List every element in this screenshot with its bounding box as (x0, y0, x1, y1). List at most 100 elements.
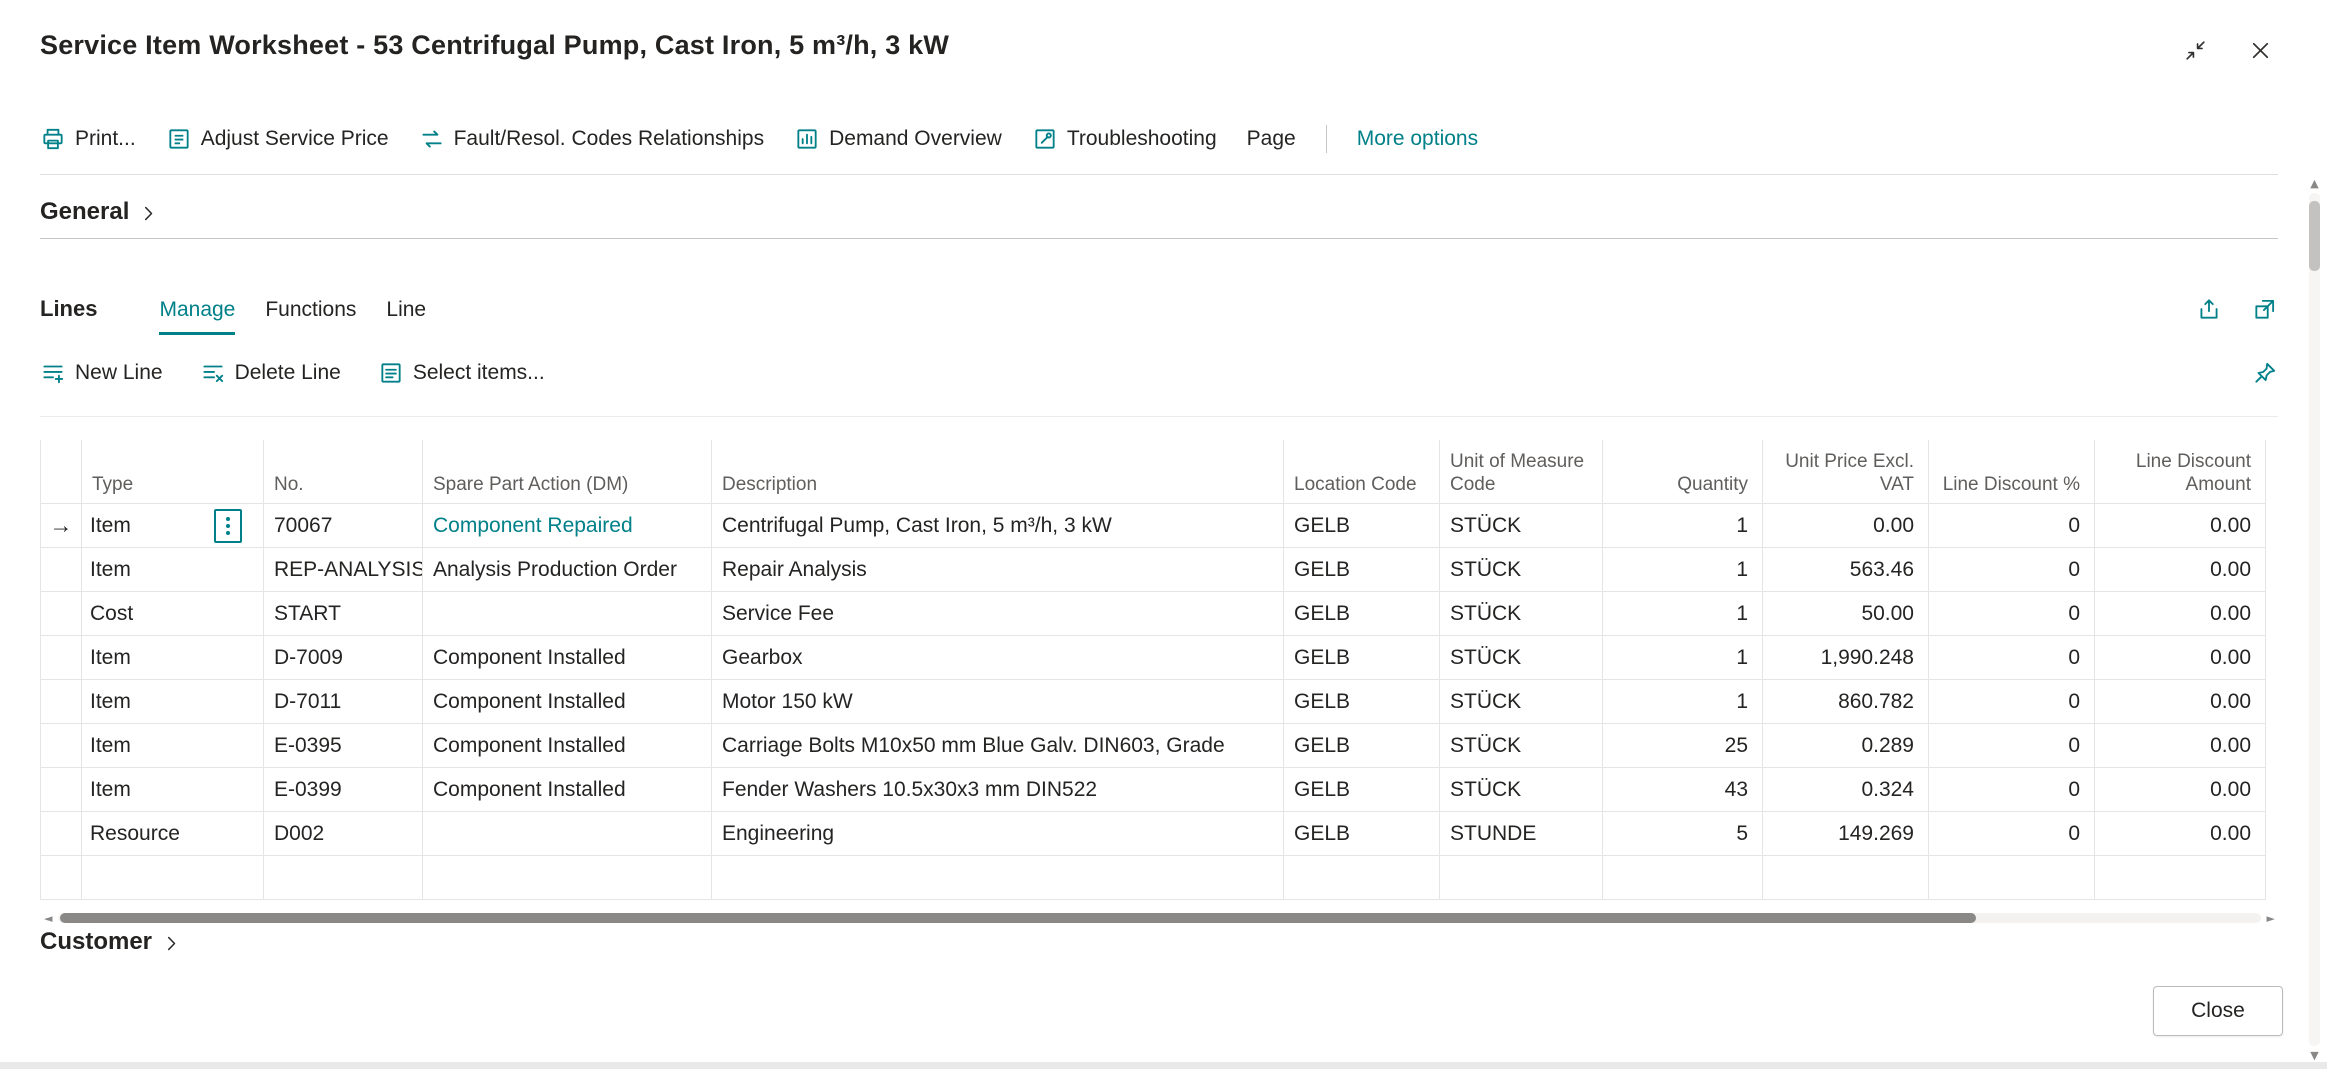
select-items-button[interactable]: Select items... (378, 360, 545, 386)
demand-overview-button[interactable]: Demand Overview (794, 126, 1002, 152)
table-row[interactable]: CostSTARTService FeeGELBSTÜCK150.0000.00 (40, 592, 2266, 636)
table-row[interactable]: ItemE-0399Component InstalledFender Wash… (40, 768, 2266, 812)
cell-type[interactable]: Item (82, 680, 264, 723)
cell-spare_part_action[interactable]: Component Installed (423, 680, 712, 723)
cell-line_discount_pct[interactable]: 0 (1929, 812, 2095, 855)
cell-unit_price_excl_vat[interactable]: 0.324 (1763, 768, 1929, 811)
cell-line_discount_pct[interactable] (1929, 856, 2095, 899)
cell-quantity[interactable]: 5 (1603, 812, 1763, 855)
cell-line_discount_amount[interactable]: 0.00 (2095, 812, 2266, 855)
scroll-down-icon[interactable]: ▼ (2310, 1050, 2318, 1061)
cell-unit_price_excl_vat[interactable]: 860.782 (1763, 680, 1929, 723)
cell-line_discount_amount[interactable]: 0.00 (2095, 768, 2266, 811)
cell-spare_part_action[interactable] (423, 856, 712, 899)
cell-quantity[interactable]: 1 (1603, 548, 1763, 591)
cell-line_discount_pct[interactable]: 0 (1929, 680, 2095, 723)
cell-spare_part_action[interactable]: Component Installed (423, 724, 712, 767)
tab-functions[interactable]: Functions (265, 298, 356, 335)
tab-manage[interactable]: Manage (159, 298, 235, 335)
cell-description[interactable]: Repair Analysis (712, 548, 1284, 591)
cell-location_code[interactable]: GELB (1284, 548, 1440, 591)
cell-spare_part_action[interactable]: Component Installed (423, 636, 712, 679)
tab-line[interactable]: Line (386, 298, 426, 335)
cell-type[interactable]: Item (82, 504, 264, 547)
cell-no[interactable]: D002 (264, 812, 423, 855)
cell-line_discount_amount[interactable]: 0.00 (2095, 680, 2266, 723)
cell-unit_of_measure_code[interactable]: STÜCK (1440, 636, 1603, 679)
column-header-quantity[interactable]: Quantity (1603, 440, 1763, 503)
cell-no[interactable]: REP-ANALYSIS (264, 548, 423, 591)
column-header-type[interactable]: Type (82, 440, 264, 503)
cell-line_discount_pct[interactable]: 0 (1929, 548, 2095, 591)
column-header-line_discount_pct[interactable]: Line Discount % (1929, 440, 2095, 503)
table-row[interactable]: →Item70067Component RepairedCentrifugal … (40, 504, 2266, 548)
cell-spare_part_action[interactable]: Component Repaired (423, 504, 712, 547)
cell-location_code[interactable]: GELB (1284, 724, 1440, 767)
cell-type[interactable]: Resource (82, 812, 264, 855)
cell-unit_price_excl_vat[interactable]: 1,990.248 (1763, 636, 1929, 679)
column-header-no[interactable]: No. (264, 440, 423, 503)
cell-line_discount_pct[interactable]: 0 (1929, 636, 2095, 679)
column-header-unit_price_excl_vat[interactable]: Unit Price Excl. VAT (1763, 440, 1929, 503)
cell-description[interactable]: Fender Washers 10.5x30x3 mm DIN522 (712, 768, 1284, 811)
cell-line_discount_pct[interactable]: 0 (1929, 724, 2095, 767)
cell-line_discount_amount[interactable] (2095, 856, 2266, 899)
cell-description[interactable]: Engineering (712, 812, 1284, 855)
cell-location_code[interactable]: GELB (1284, 636, 1440, 679)
cell-location_code[interactable]: GELB (1284, 504, 1440, 547)
cell-unit_price_excl_vat[interactable] (1763, 856, 1929, 899)
cell-location_code[interactable]: GELB (1284, 592, 1440, 635)
table-row[interactable]: ItemE-0395Component InstalledCarriage Bo… (40, 724, 2266, 768)
cell-line_discount_amount[interactable]: 0.00 (2095, 592, 2266, 635)
cell-no[interactable] (264, 856, 423, 899)
cell-description[interactable]: Centrifugal Pump, Cast Iron, 5 m³/h, 3 k… (712, 504, 1284, 547)
cell-line_discount_amount[interactable]: 0.00 (2095, 724, 2266, 767)
table-row[interactable]: ItemREP-ANALYSISAnalysis Production Orde… (40, 548, 2266, 592)
cell-type[interactable]: Item (82, 636, 264, 679)
cell-location_code[interactable]: GELB (1284, 768, 1440, 811)
cell-line_discount_amount[interactable]: 0.00 (2095, 548, 2266, 591)
cell-quantity[interactable]: 25 (1603, 724, 1763, 767)
column-header-description[interactable]: Description (712, 440, 1284, 503)
cell-unit_price_excl_vat[interactable]: 0.00 (1763, 504, 1929, 547)
cell-unit_of_measure_code[interactable]: STÜCK (1440, 680, 1603, 723)
restore-down-icon[interactable] (2181, 36, 2210, 68)
column-header-unit_of_measure_code[interactable]: Unit of Measure Code (1440, 440, 1603, 503)
scroll-right-icon[interactable]: ► (2267, 913, 2275, 924)
cell-no[interactable]: D-7009 (264, 636, 423, 679)
vertical-scroll-thumb[interactable] (2309, 201, 2320, 271)
cell-spare_part_action[interactable]: Analysis Production Order (423, 548, 712, 591)
cell-type[interactable]: Item (82, 548, 264, 591)
cell-unit_of_measure_code[interactable]: STÜCK (1440, 768, 1603, 811)
cell-unit_of_measure_code[interactable]: STÜCK (1440, 548, 1603, 591)
cell-quantity[interactable]: 43 (1603, 768, 1763, 811)
cell-description[interactable] (712, 856, 1284, 899)
cell-no[interactable]: E-0395 (264, 724, 423, 767)
cell-unit_price_excl_vat[interactable]: 0.289 (1763, 724, 1929, 767)
cell-spare_part_action-value[interactable]: Component Repaired (433, 514, 633, 538)
horizontal-scrollbar[interactable]: ◄ ► (44, 908, 2275, 928)
vertical-scrollbar[interactable]: ▲ ▼ (2306, 178, 2323, 1061)
cell-line_discount_pct[interactable]: 0 (1929, 592, 2095, 635)
scroll-left-icon[interactable]: ◄ (44, 913, 52, 924)
cell-no[interactable]: 70067 (264, 504, 423, 547)
table-row[interactable] (40, 856, 2266, 900)
cell-unit_of_measure_code[interactable]: STÜCK (1440, 592, 1603, 635)
cell-description[interactable]: Carriage Bolts M10x50 mm Blue Galv. DIN6… (712, 724, 1284, 767)
scroll-up-icon[interactable]: ▲ (2310, 178, 2318, 189)
horizontal-scroll-track[interactable] (58, 913, 2260, 923)
cell-unit_of_measure_code[interactable]: STUNDE (1440, 812, 1603, 855)
close-icon[interactable] (2246, 36, 2275, 68)
cell-unit_price_excl_vat[interactable]: 563.46 (1763, 548, 1929, 591)
cell-quantity[interactable]: 1 (1603, 504, 1763, 547)
cell-location_code[interactable]: GELB (1284, 812, 1440, 855)
row-ellipsis-button[interactable] (214, 509, 242, 543)
cell-line_discount_amount[interactable]: 0.00 (2095, 504, 2266, 547)
cell-location_code[interactable]: GELB (1284, 680, 1440, 723)
horizontal-scroll-thumb[interactable] (60, 913, 1976, 923)
cell-no[interactable]: E-0399 (264, 768, 423, 811)
table-row[interactable]: ItemD-7011Component InstalledMotor 150 k… (40, 680, 2266, 724)
cell-quantity[interactable]: 1 (1603, 636, 1763, 679)
cell-description[interactable]: Gearbox (712, 636, 1284, 679)
cell-unit_price_excl_vat[interactable]: 149.269 (1763, 812, 1929, 855)
